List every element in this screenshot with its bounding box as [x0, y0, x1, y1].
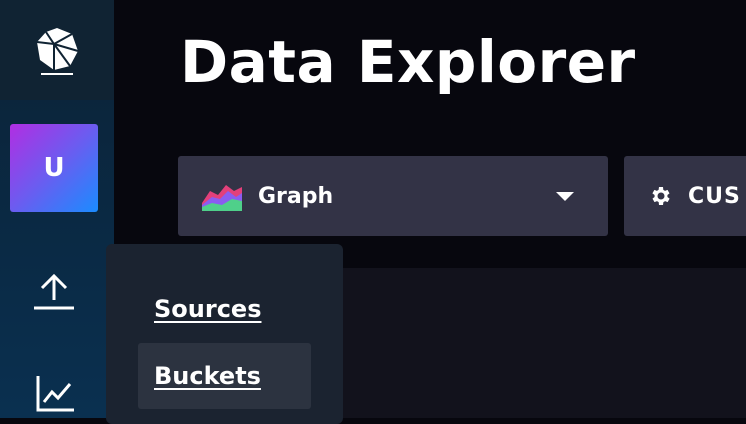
graph-area-icon	[202, 185, 242, 211]
sidebar-nav: U	[0, 0, 114, 418]
customize-label: CUS	[688, 183, 741, 209]
home-logo[interactable]	[0, 0, 114, 100]
submenu-item-buckets[interactable]: Buckets	[138, 343, 311, 409]
submenu-item-sources[interactable]: Sources	[138, 276, 311, 342]
page-title: Data Explorer	[180, 28, 636, 96]
user-avatar[interactable]: U	[10, 124, 98, 212]
graph-icon	[36, 376, 74, 412]
customize-button[interactable]: CUS	[624, 156, 746, 236]
avatar-initial: U	[43, 153, 65, 183]
gear-icon	[652, 187, 670, 205]
chevron-down-icon	[556, 192, 574, 201]
nav-submenu: Sources Buckets	[106, 244, 343, 424]
nav-item-upload[interactable]	[30, 268, 78, 316]
nav-item-data-explorer[interactable]	[30, 370, 78, 418]
visualization-type-label: Graph	[258, 183, 334, 209]
upload-icon	[34, 273, 74, 310]
influxdb-logo-icon	[36, 28, 79, 75]
visualization-type-dropdown[interactable]: Graph	[178, 156, 608, 236]
